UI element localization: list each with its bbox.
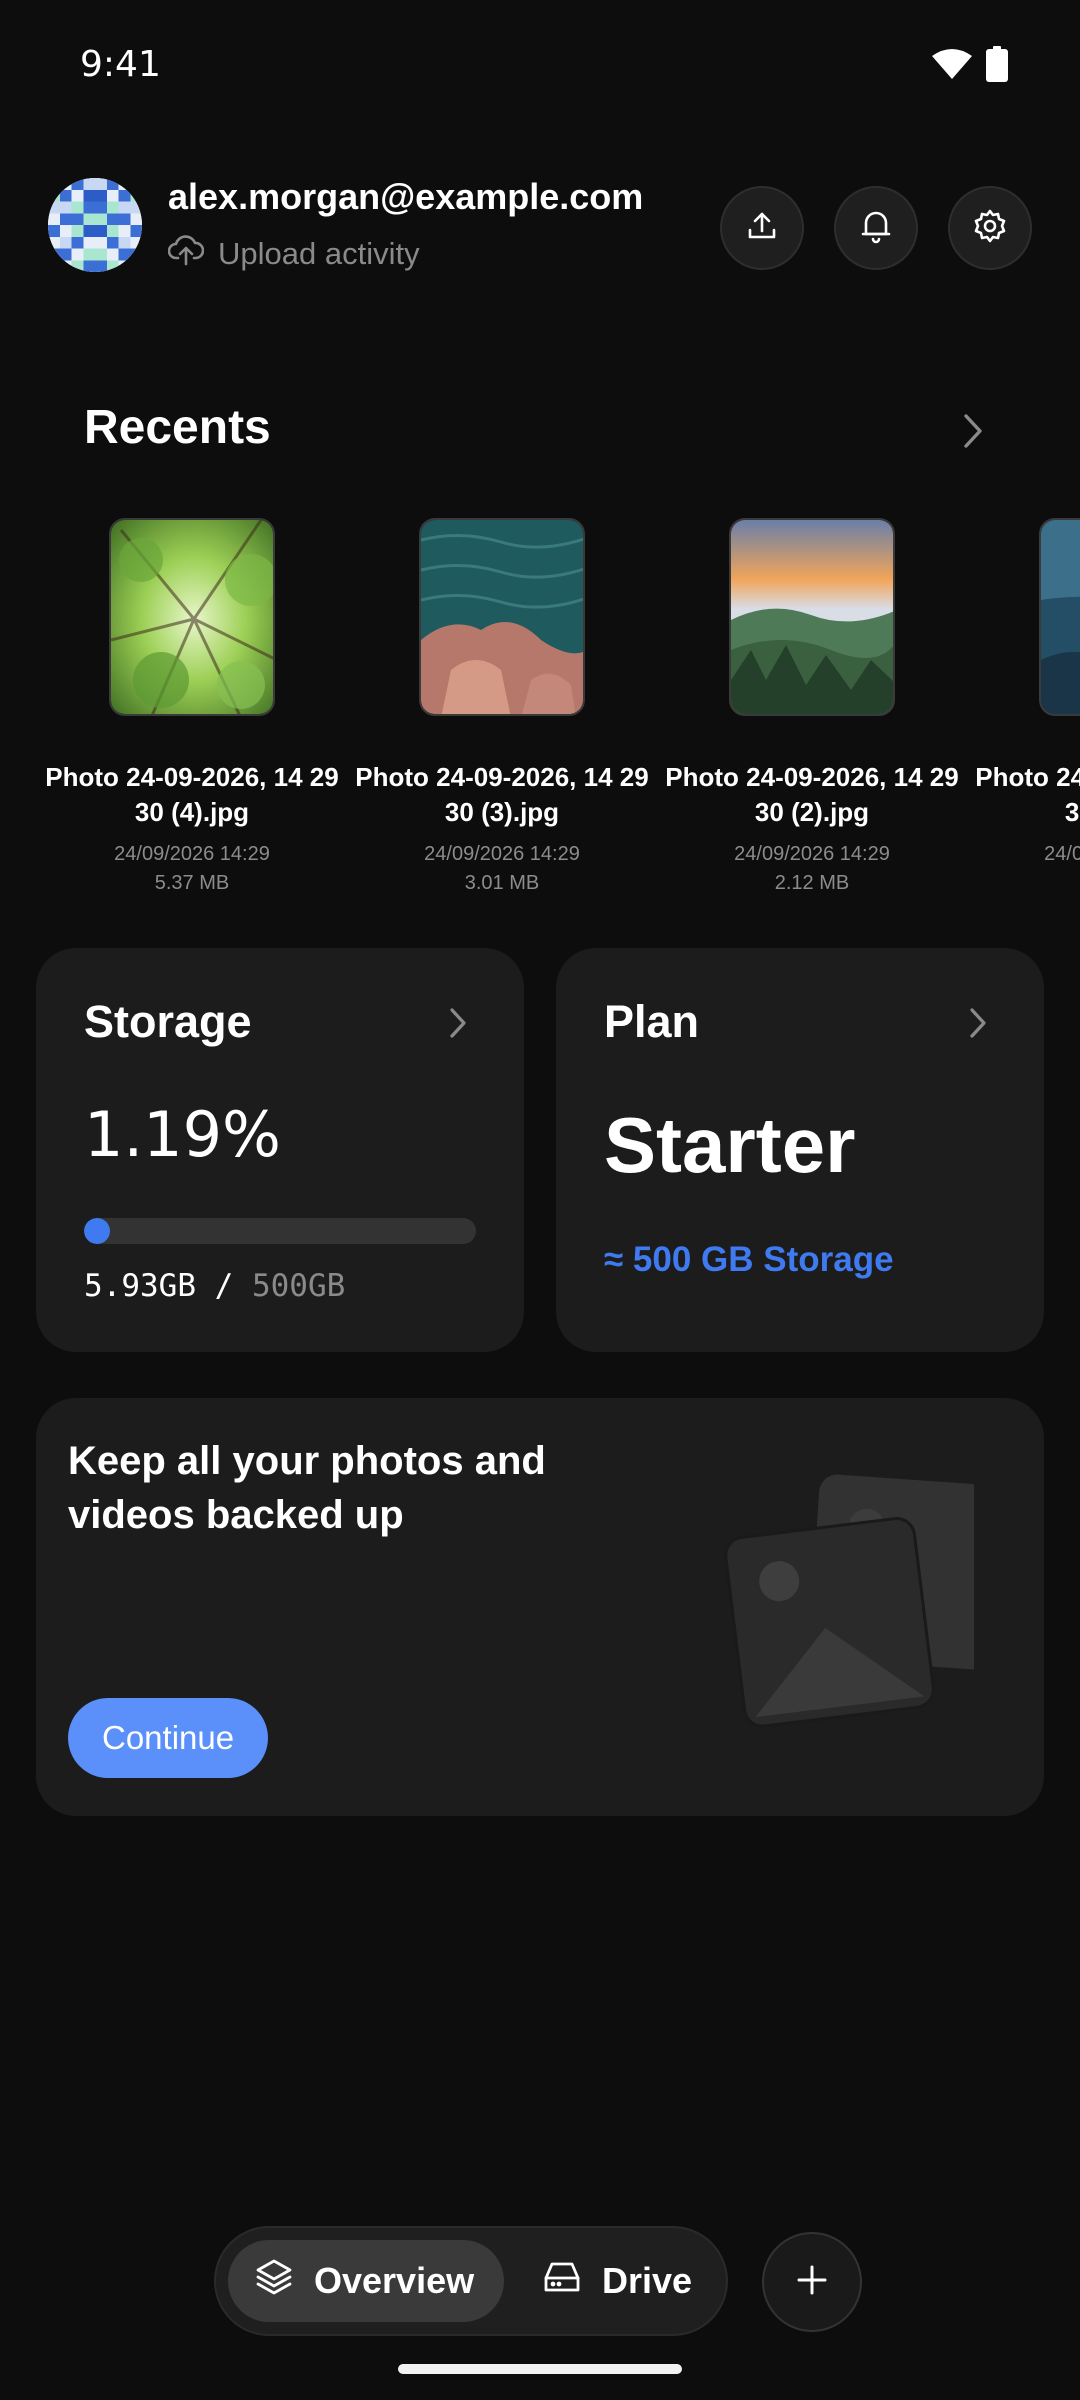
file-size: 2.12 MB xyxy=(774,872,850,894)
upload-button[interactable] xyxy=(720,186,804,270)
upload-activity-link[interactable]: Upload activity xyxy=(167,234,420,274)
plan-card[interactable]: Plan Starter ≈ 500 GB Storage xyxy=(556,948,1044,1352)
recent-file[interactable]: Photo 24-09-2026, 14 29 30 (3).jpg 24/09… xyxy=(352,518,652,898)
storage-usage: 5.93GB / 500GB xyxy=(84,1268,345,1304)
header-actions xyxy=(720,186,1032,270)
bell-icon xyxy=(859,208,893,249)
recent-file[interactable]: Photo 24-09-2026, 14 29 30 (4).jpg 24/09… xyxy=(42,518,342,898)
file-name: Photo 24-09-2026, 14 29 30 (1).jpg xyxy=(975,762,1080,827)
photo-thumbnail xyxy=(419,518,585,716)
gear-icon xyxy=(972,208,1008,249)
nav-drive-label: Drive xyxy=(602,2260,693,2301)
file-date: 24/09/2026 14:29 xyxy=(114,843,270,865)
file-date: 24/09/2026 14:29 xyxy=(1044,843,1080,865)
nav-drive[interactable]: Drive xyxy=(516,2240,716,2322)
plus-icon xyxy=(795,2263,829,2302)
continue-button[interactable]: Continue xyxy=(68,1698,269,1778)
add-button[interactable] xyxy=(762,2232,862,2332)
storage-progress-bar xyxy=(84,1218,476,1244)
recent-file[interactable]: Photo 24-09-2026, 14 29 30 (2).jpg 24/09… xyxy=(662,518,962,898)
nav-overview[interactable]: Overview xyxy=(228,2240,504,2322)
status-bar: 9:41 xyxy=(0,0,1080,132)
chevron-right-icon xyxy=(448,1006,468,1045)
file-name: Photo 24-09-2026, 14 29 30 (4).jpg xyxy=(45,762,339,827)
layers-icon xyxy=(254,2257,294,2306)
backup-promo-card: Keep all your photos and videos backed u… xyxy=(36,1398,1044,1816)
file-name: Photo 24-09-2026, 14 29 30 (2).jpg xyxy=(665,762,959,827)
chevron-right-icon[interactable] xyxy=(962,412,984,455)
wifi-icon xyxy=(932,48,972,85)
battery-icon xyxy=(986,46,1008,87)
storage-title: Storage xyxy=(84,996,252,1047)
chevron-right-icon xyxy=(968,1006,988,1045)
file-date: 24/09/2026 14:29 xyxy=(734,843,890,865)
notifications-button[interactable] xyxy=(834,186,918,270)
recents-title: Recents xyxy=(84,401,271,454)
file-size: 5.37 MB xyxy=(154,872,230,894)
recents-list[interactable]: Photo 24-09-2026, 14 29 30 (4).jpg 24/09… xyxy=(0,518,1080,908)
account-header: alex.morgan@example.com Upload activity xyxy=(48,176,1032,276)
file-date: 24/09/2026 14:29 xyxy=(424,843,580,865)
storage-used: 5.93GB xyxy=(84,1268,196,1304)
file-size: 3.01 MB xyxy=(464,872,540,894)
status-time: 9:41 xyxy=(80,44,161,85)
plan-storage: ≈ 500 GB Storage xyxy=(604,1240,894,1279)
hard-drive-icon xyxy=(542,2260,582,2303)
plan-name: Starter xyxy=(604,1101,856,1189)
home-indicator[interactable] xyxy=(398,2364,682,2374)
photo-thumbnail xyxy=(109,518,275,716)
status-icons xyxy=(932,46,1008,87)
storage-progress-fill xyxy=(84,1218,110,1244)
backup-message: Keep all your photos and videos backed u… xyxy=(68,1439,546,1537)
avatar[interactable] xyxy=(48,178,142,272)
storage-total: 500GB xyxy=(251,1268,346,1304)
storage-separator: / xyxy=(195,1268,252,1304)
photo-thumbnail xyxy=(1039,518,1080,716)
upload-icon xyxy=(745,209,779,248)
file-meta: 24/09/2026 14:29 5.37 MB xyxy=(114,840,270,898)
storage-card[interactable]: Storage 1.19% 5.93GB / 500GB xyxy=(36,948,524,1352)
account-email: alex.morgan@example.com xyxy=(168,176,644,217)
photos-illustration-icon xyxy=(714,1458,1004,1738)
file-name: Photo 24-09-2026, 14 29 30 (3).jpg xyxy=(355,762,649,827)
file-meta: 24/09/2026 14:29 2.12 MB xyxy=(734,840,890,898)
storage-percent: 1.19% xyxy=(84,1098,281,1171)
recents-header[interactable]: Recents xyxy=(84,400,984,470)
settings-button[interactable] xyxy=(948,186,1032,270)
cloud-upload-icon xyxy=(167,234,205,274)
photo-thumbnail xyxy=(729,518,895,716)
file-meta: 24/09/2026 14:29 3.01 MB xyxy=(424,840,580,898)
upload-activity-label: Upload activity xyxy=(218,236,420,271)
bottom-navigation: Overview Drive xyxy=(214,2226,728,2336)
file-meta: 24/09/2026 14:29 xyxy=(1044,840,1080,869)
plan-title: Plan xyxy=(604,996,700,1047)
recent-file[interactable]: Photo 24-09-2026, 14 29 30 (1).jpg 24/09… xyxy=(972,518,1080,869)
nav-overview-label: Overview xyxy=(314,2260,475,2301)
